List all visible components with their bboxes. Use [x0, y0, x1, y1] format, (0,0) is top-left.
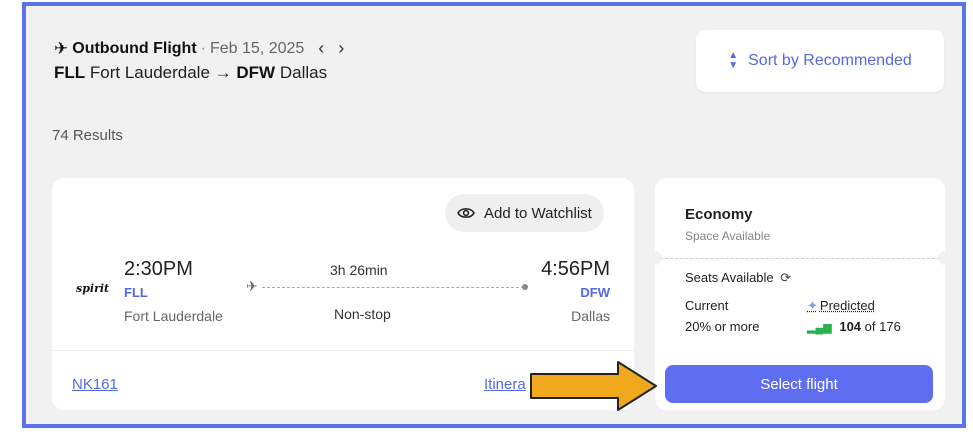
refresh-icon[interactable]: ⟳	[780, 270, 791, 285]
outbound-label: Outbound Flight	[72, 39, 197, 57]
sort-label: Sort by Recommended	[748, 52, 912, 69]
current-value: 20% or more	[685, 319, 760, 334]
arrival-city: Dallas	[571, 308, 610, 324]
departure-time: 2:30PM	[124, 258, 193, 280]
airline-logo: spirit	[76, 282, 110, 295]
ticket-notch-right	[938, 251, 952, 265]
results-count: 74 Results	[52, 127, 123, 144]
dest-city: Dallas	[279, 63, 328, 82]
sort-icon: ▲ ▼	[728, 50, 739, 71]
eye-icon	[457, 208, 475, 218]
sort-button[interactable]: ▲ ▼ Sort by Recommended	[696, 30, 944, 92]
next-date-button[interactable]: ›	[338, 38, 344, 59]
select-flight-button[interactable]: Select flight	[665, 365, 933, 403]
card-divider	[52, 350, 634, 351]
predicted-seats: 104	[839, 319, 862, 334]
ticket-notch-left	[648, 251, 662, 265]
header-separator: ·	[200, 39, 206, 57]
predicted-value: ▂▄▆ 104 of 176	[807, 319, 901, 334]
prev-date-button[interactable]: ‹	[318, 38, 324, 59]
departure-city: Fort Lauderdale	[124, 308, 223, 324]
fare-availability: Space Available	[685, 229, 771, 243]
predicted-link[interactable]: ✦ Predicted	[807, 298, 875, 314]
annotation-arrow-icon	[530, 361, 657, 411]
plane-icon: ✈	[54, 38, 69, 58]
route-arrow: →	[214, 63, 232, 82]
sparkle-icon: ✦	[807, 298, 818, 313]
fare-divider	[655, 258, 945, 259]
flight-date: Feb 15, 2025	[209, 39, 305, 57]
flight-header: ✈ Outbound Flight · Feb 15, 2025 ‹ › FLL…	[54, 38, 344, 83]
route-end-dot	[522, 284, 528, 290]
origin-code: FLL	[54, 63, 86, 82]
watchlist-label: Add to Watchlist	[484, 204, 592, 222]
stops-label: Non-stop	[334, 306, 391, 322]
route-line	[262, 287, 524, 288]
flight-duration: 3h 26min	[330, 262, 388, 278]
predicted-label: Predicted	[819, 298, 875, 313]
dest-code: DFW	[236, 63, 276, 82]
economy-fare-card: Economy Space Available Seats Available …	[648, 178, 952, 410]
itinerary-link[interactable]: Itinera	[484, 376, 526, 393]
signal-bars-icon: ▂▄▆	[807, 322, 832, 334]
origin-city: Fort Lauderdale	[89, 63, 210, 82]
fare-class: Economy	[685, 206, 753, 223]
seats-available: Seats Available ⟳	[685, 270, 791, 286]
current-label: Current	[685, 298, 729, 313]
add-to-watchlist-button[interactable]: Add to Watchlist	[445, 194, 604, 232]
departure-code: FLL	[124, 285, 148, 300]
predicted-total: of 176	[864, 319, 901, 334]
seats-label: Seats Available	[685, 270, 774, 285]
route-plane-icon: ✈	[246, 278, 258, 294]
screenshot-frame: ✈ Outbound Flight · Feb 15, 2025 ‹ › FLL…	[22, 2, 966, 428]
flight-number-link[interactable]: NK161	[72, 376, 118, 393]
arrival-time: 4:56PM	[541, 258, 610, 280]
arrival-code: DFW	[580, 285, 610, 300]
route-summary: FLL Fort Lauderdale → DFW Dallas	[54, 63, 344, 83]
